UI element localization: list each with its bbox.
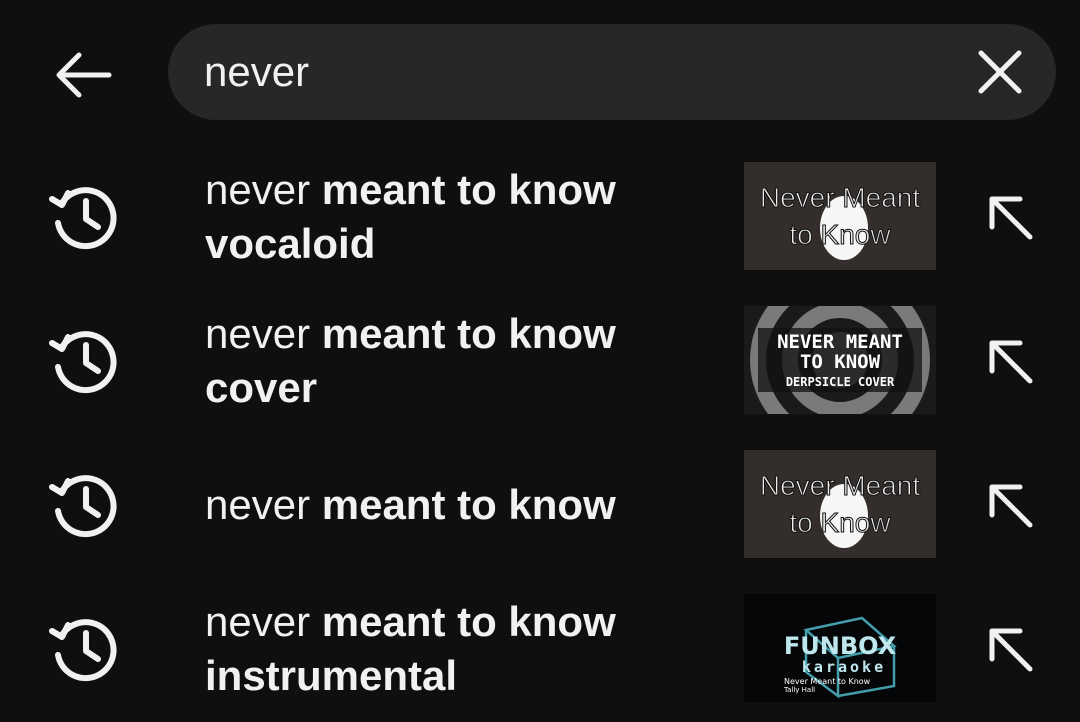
- fill-query-button[interactable]: [978, 329, 1042, 393]
- thumb-text-2: TO KNOW: [800, 351, 881, 373]
- suggestion-completion-part-2: instrumental: [205, 652, 458, 699]
- suggestion-thumbnail: Never Meant to Know: [744, 162, 936, 270]
- arrow-up-left-icon: [989, 196, 1033, 240]
- thumb-text-1: Never Meant: [760, 470, 921, 501]
- thumb-text-2: to Know: [789, 219, 891, 250]
- history-icon: [49, 187, 117, 250]
- close-icon: [978, 50, 1022, 94]
- suggestion-text: never meant to know instrumental: [205, 595, 725, 703]
- suggestion-list: never meant to know vocaloid Never Meant…: [0, 145, 1080, 721]
- thumb-text-1: FUNBOX: [784, 632, 897, 660]
- search-box: [168, 24, 1056, 120]
- suggestion-query-part: never: [205, 310, 311, 357]
- thumb-text-1: NEVER MEANT: [777, 331, 903, 353]
- fill-query-button[interactable]: [978, 473, 1042, 537]
- back-button[interactable]: [40, 32, 126, 118]
- history-icon: [49, 619, 117, 682]
- suggestion-completion-part-2: cover: [205, 364, 318, 411]
- suggestion-completion-part: meant to know: [321, 481, 616, 528]
- thumb-text-3: Never Meant to Know: [784, 677, 871, 686]
- suggestion-row[interactable]: never meant to know vocaloid Never Meant…: [0, 145, 1080, 289]
- search-bar: [0, 0, 1080, 145]
- suggestion-query-part: never: [205, 166, 311, 213]
- suggestion-thumbnail: FUNBOX karaoke Never Meant to Know Tally…: [744, 594, 936, 702]
- thumb-text-2: karaoke: [802, 658, 886, 676]
- fill-query-button[interactable]: [978, 617, 1042, 681]
- thumb-text-2: to Know: [789, 507, 891, 538]
- fill-query-button[interactable]: [978, 185, 1042, 249]
- suggestion-text: never meant to know: [205, 478, 725, 532]
- arrow-up-left-icon: [989, 628, 1033, 672]
- suggestion-completion-part: meant to know: [321, 598, 616, 645]
- suggestion-thumbnail: Never Meant to Know: [744, 450, 936, 558]
- suggestion-completion-part: meant to know: [321, 166, 616, 213]
- suggestion-query-part: never: [205, 598, 311, 645]
- thumb-text-1: Never Meant: [760, 182, 921, 213]
- suggestion-query-part: never: [205, 481, 311, 528]
- suggestion-row[interactable]: never meant to know instrumental FUNBOX …: [0, 577, 1080, 721]
- history-icon: [49, 475, 117, 538]
- history-icon: [49, 331, 117, 394]
- arrow-up-left-icon: [989, 484, 1033, 528]
- suggestion-text: never meant to know cover: [205, 307, 725, 415]
- suggestion-thumbnail: NEVER MEANT TO KNOW DERPSICLE COVER: [744, 306, 936, 414]
- arrow-left-icon: [56, 52, 112, 98]
- suggestion-completion-part-2: vocaloid: [205, 220, 376, 267]
- suggestion-completion-part: meant to know: [321, 310, 616, 357]
- search-input[interactable]: [204, 24, 944, 120]
- suggestion-row[interactable]: never meant to know cover NEVER MEANT TO…: [0, 289, 1080, 433]
- thumb-text-4: Tally Hall: [783, 686, 815, 694]
- thumb-text-3: DERPSICLE COVER: [786, 375, 895, 389]
- suggestion-row[interactable]: never meant to know Never Meant to Know: [0, 433, 1080, 577]
- suggestion-text: never meant to know vocaloid: [205, 163, 725, 271]
- clear-search-button[interactable]: [968, 40, 1032, 104]
- arrow-up-left-icon: [989, 340, 1033, 384]
